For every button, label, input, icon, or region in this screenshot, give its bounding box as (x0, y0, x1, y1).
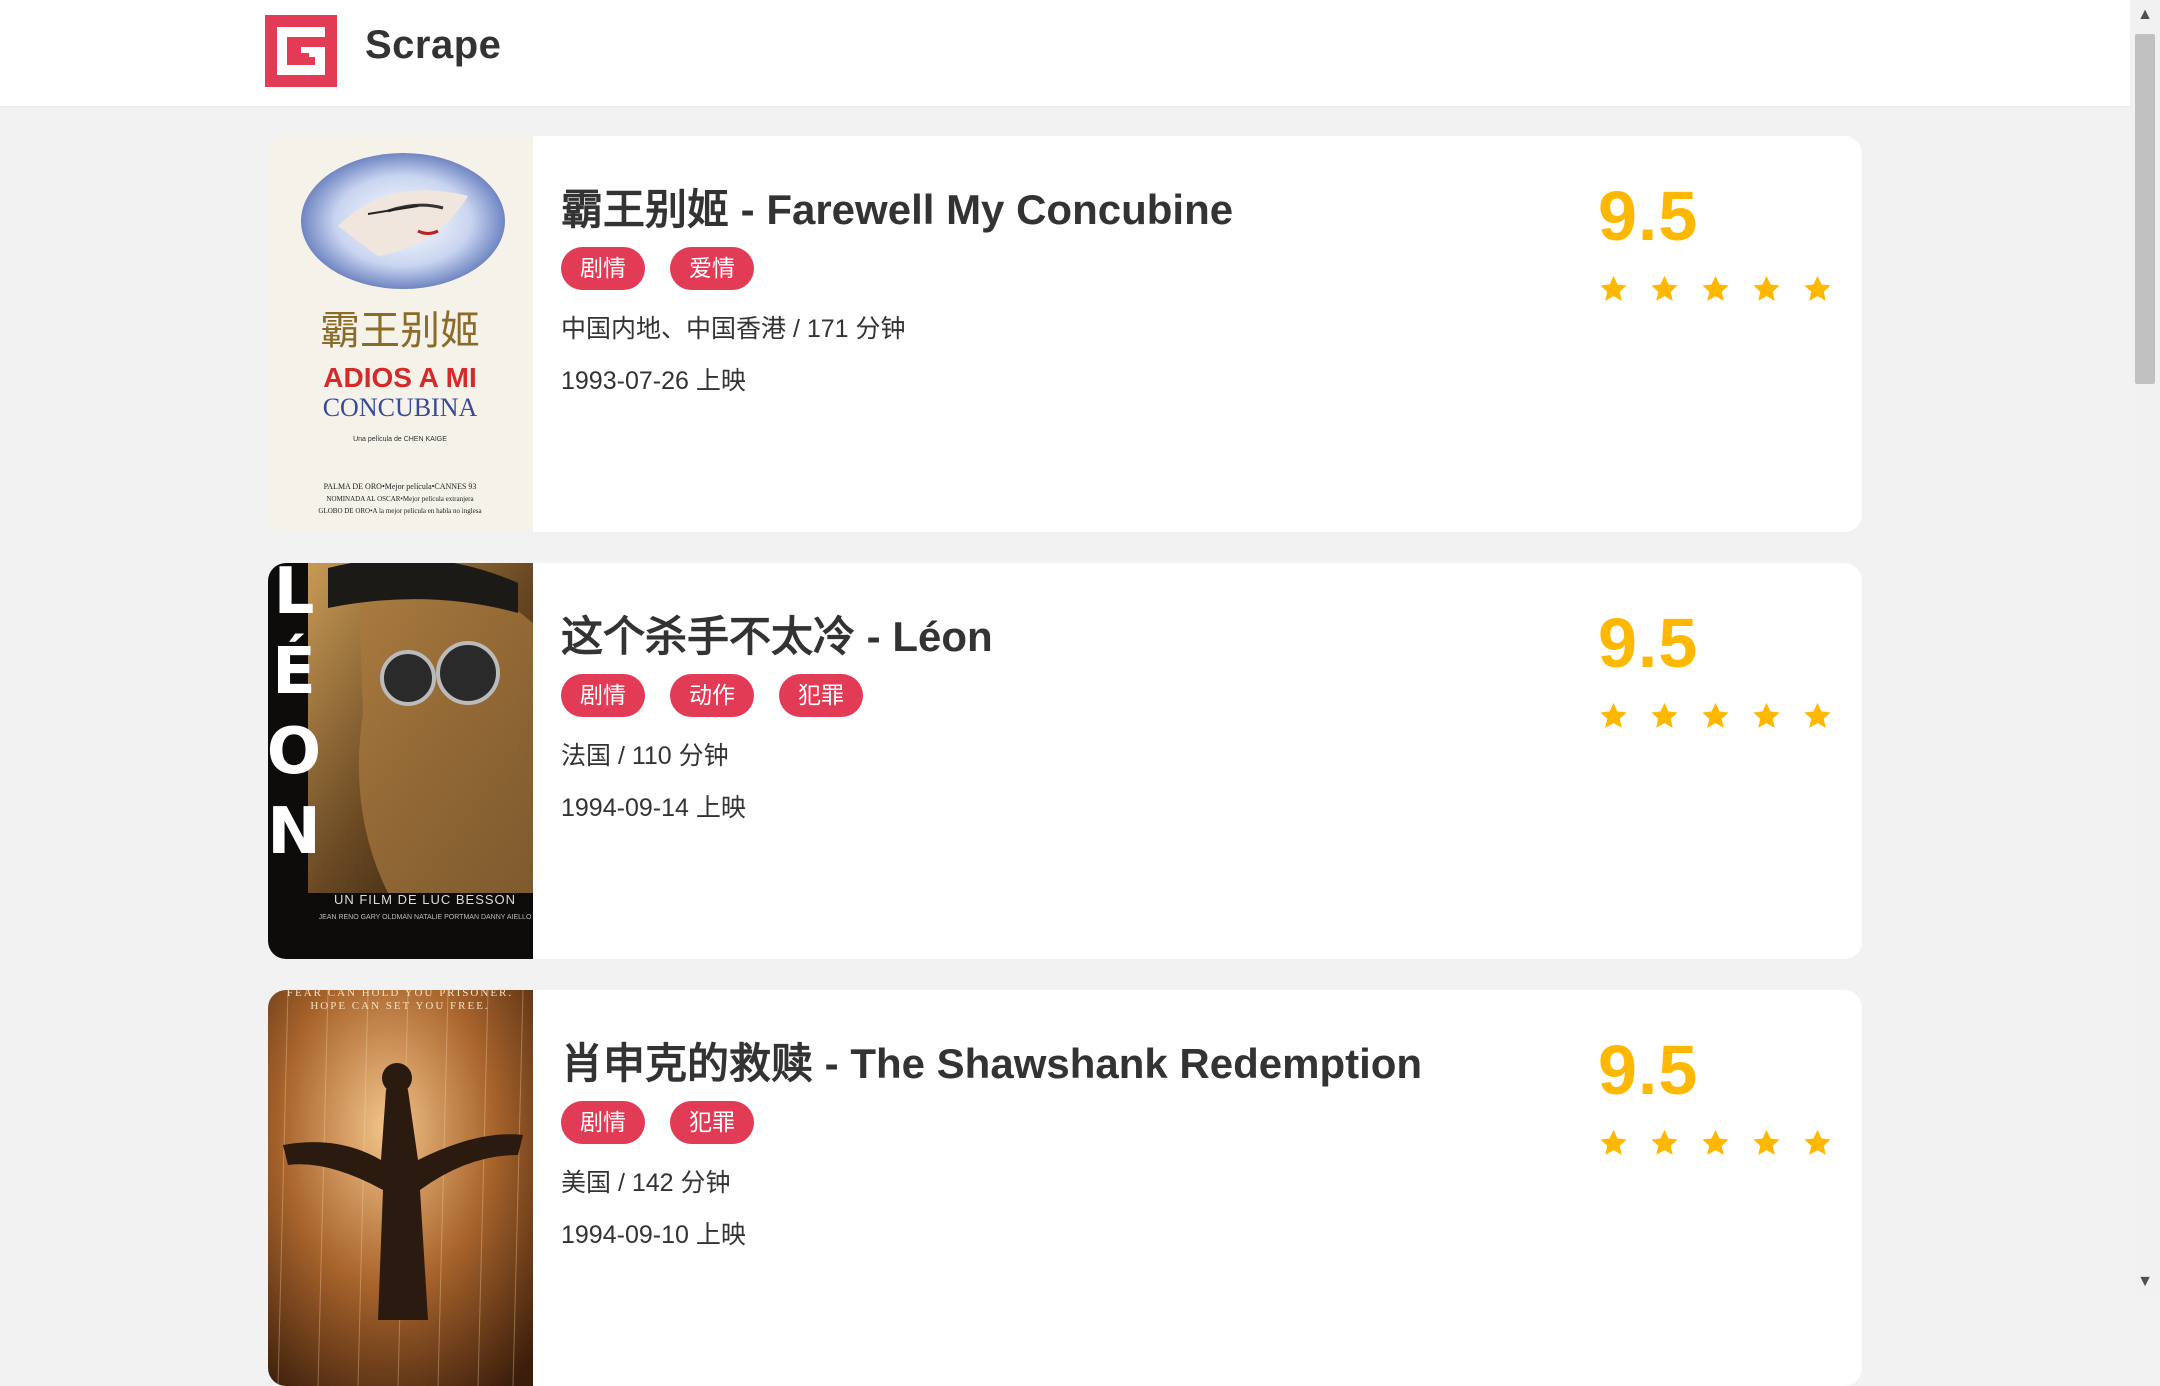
poster-fine-print: GLOBO DE ORO•A la mejor película en habl… (318, 507, 482, 515)
scrape-logo-icon[interactable] (265, 15, 337, 87)
poster-director: UN FILM DE LUC BESSON (334, 892, 516, 907)
movie-title-link[interactable]: 霸王别姬 - Farewell My Concubine (561, 176, 1233, 237)
rating-score: 9.5 (1598, 604, 1699, 682)
movie-region-duration: 法国 / 110 分钟 (561, 742, 729, 770)
movie-poster[interactable]: 霸王别姬 ADIOS A MI CONCUBINA Una película d… (268, 136, 533, 532)
poster-fine-print: PALMA DE ORO•Mejor película•CANNES 93 (324, 482, 477, 491)
category-tag[interactable]: 犯罪 (670, 1101, 754, 1144)
star-icon (1753, 275, 1780, 301)
category-tags: 剧情 爱情 (561, 247, 754, 290)
page-scrollbar[interactable]: ▲ ▼ (2130, 0, 2160, 1297)
poster-title-spanish: ADIOS A MI (323, 362, 476, 393)
poster-tagline: FEAR CAN HOLD YOU PRISONER. (287, 990, 513, 999)
star-icon (1753, 1129, 1780, 1155)
movie-title-link[interactable]: 肖申克的救赎 - The Shawshank Redemption (561, 1030, 1422, 1091)
star-icon (1600, 1129, 1627, 1155)
star-icon (1600, 275, 1627, 301)
movie-release-date: 1994-09-14 上映 (561, 794, 746, 822)
poster-credit: Una película de CHEN KAIGE (353, 436, 447, 443)
category-tag[interactable]: 动作 (670, 674, 754, 717)
movie-title-link[interactable]: 这个杀手不太冷 - Léon (561, 603, 993, 664)
star-icon (1804, 702, 1831, 728)
movie-region-duration: 中国内地、中国香港 / 171 分钟 (561, 315, 906, 343)
movie-card: 霸王别姬 ADIOS A MI CONCUBINA Una película d… (268, 136, 1862, 532)
top-navbar: Scrape (0, 0, 2130, 107)
movie-rating: 9.5 (1598, 603, 1848, 731)
movie-poster[interactable]: FEAR CAN HOLD YOU PRISONER. HOPE CAN SET… (268, 990, 533, 1386)
rating-stars (1598, 274, 1848, 304)
poster-title-spanish-2: CONCUBINA (323, 393, 478, 422)
scroll-up-arrow-icon[interactable]: ▲ (2130, 0, 2160, 30)
star-icon (1702, 275, 1729, 301)
rating-score: 9.5 (1598, 1031, 1699, 1109)
movie-info: 霸王别姬 - Farewell My Concubine 剧情 爱情 中国内地、… (561, 136, 1561, 532)
star-icon (1753, 702, 1780, 728)
poster-vertical-title: LÉON (268, 563, 321, 869)
rating-stars (1598, 701, 1848, 731)
category-tag[interactable]: 爱情 (670, 247, 754, 290)
star-icon (1651, 702, 1678, 728)
movie-card: FEAR CAN HOLD YOU PRISONER. HOPE CAN SET… (268, 990, 1862, 1386)
category-tag[interactable]: 剧情 (561, 1101, 645, 1144)
poster-cast: JEAN RENO GARY OLDMAN NATALIE PORTMAN DA… (319, 914, 532, 921)
movie-info: 这个杀手不太冷 - Léon 剧情 动作 犯罪 法国 / 110 分钟 1994… (561, 563, 1561, 959)
category-tag[interactable]: 剧情 (561, 247, 645, 290)
movie-region-duration: 美国 / 142 分钟 (561, 1169, 731, 1197)
brand-name[interactable]: Scrape (365, 23, 501, 68)
rating-score: 9.5 (1598, 177, 1699, 255)
movie-rating: 9.5 (1598, 176, 1848, 304)
star-icon (1651, 275, 1678, 301)
star-icon (1702, 1129, 1729, 1155)
category-tags: 剧情 犯罪 (561, 1101, 754, 1144)
star-icon (1804, 1129, 1831, 1155)
movie-info: 肖申克的救赎 - The Shawshank Redemption 剧情 犯罪 … (561, 990, 1561, 1386)
poster-title-chinese: 霸王别姬 (320, 308, 480, 354)
movie-rating: 9.5 (1598, 1030, 1848, 1158)
poster-fine-print: NOMINADA AL OSCAR•Mejor película extranj… (326, 495, 474, 503)
poster-tagline: HOPE CAN SET YOU FREE. (310, 1000, 489, 1012)
scroll-down-arrow-icon[interactable]: ▼ (2130, 1267, 2160, 1297)
star-icon (1600, 702, 1627, 728)
star-icon (1651, 1129, 1678, 1155)
movie-release-date: 1993-07-26 上映 (561, 367, 746, 395)
rating-stars (1598, 1128, 1848, 1158)
movie-release-date: 1994-09-10 上映 (561, 1221, 746, 1249)
scrollbar-thumb[interactable] (2135, 34, 2155, 384)
star-icon (1804, 275, 1831, 301)
movie-poster[interactable]: LÉON UN FILM DE LUC BESSON JEAN RENO GAR… (268, 563, 533, 959)
category-tag[interactable]: 犯罪 (779, 674, 863, 717)
category-tag[interactable]: 剧情 (561, 674, 645, 717)
category-tags: 剧情 动作 犯罪 (561, 674, 863, 717)
star-icon (1702, 702, 1729, 728)
movie-card: LÉON UN FILM DE LUC BESSON JEAN RENO GAR… (268, 563, 1862, 959)
